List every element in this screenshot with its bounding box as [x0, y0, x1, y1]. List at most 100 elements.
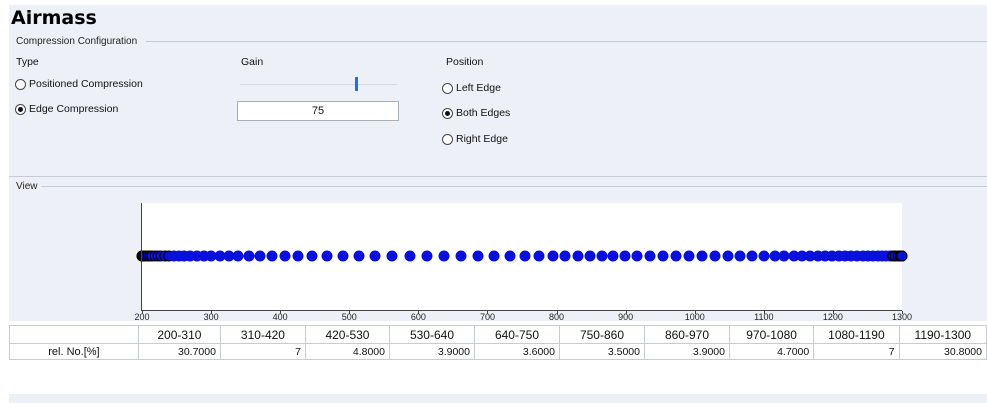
radio-left-edge[interactable]: Left Edge — [442, 82, 501, 94]
table-cell: 4.8000 — [304, 343, 390, 360]
x-tick-label: 700 — [479, 312, 495, 322]
scatter-point — [306, 250, 318, 262]
table-header-cell: 530-640 — [388, 325, 475, 344]
x-tick-label: 900 — [618, 312, 634, 322]
bottom-panel — [9, 394, 987, 403]
table-header-cell: 310-420 — [219, 325, 306, 344]
table-header-cell: 860-970 — [643, 325, 730, 344]
scatter-point — [619, 250, 631, 262]
table-header-cell — [9, 325, 139, 344]
view-group-label: View — [16, 181, 41, 192]
type-header: Type — [16, 56, 39, 68]
table-header-cell: 200-310 — [137, 325, 221, 344]
x-tick-label: 1000 — [684, 312, 705, 322]
scatter-point — [584, 250, 596, 262]
table-header-row: 200-310 310-420 420-530 530-640 640-750 … — [9, 325, 987, 344]
x-tick-label: 800 — [549, 312, 565, 322]
x-tick-label: 300 — [203, 312, 219, 322]
group-divider — [146, 41, 987, 42]
scatter-point — [421, 250, 433, 262]
row-label: rel. No.[%] — [9, 343, 139, 360]
radio-indicator — [442, 133, 453, 145]
radio-right-edge[interactable]: Right Edge — [442, 133, 508, 145]
table-header-cell: 1190-1300 — [898, 325, 987, 344]
scatter-point — [709, 250, 721, 262]
radio-label: Positioned Compression — [29, 78, 143, 90]
scatter-point — [337, 250, 349, 262]
y-axis — [141, 203, 142, 311]
scatter-point — [292, 250, 304, 262]
scatter-point — [746, 250, 758, 262]
radio-label: Left Edge — [456, 82, 501, 94]
scatter-point — [488, 250, 500, 262]
scatter-point — [559, 250, 571, 262]
view-divider — [9, 176, 987, 177]
position-header: Position — [446, 56, 484, 68]
table-cell: 3.9000 — [388, 343, 475, 360]
radio-indicator — [15, 78, 26, 90]
table-cell: 7 — [813, 343, 900, 360]
x-tick-label: 1300 — [891, 312, 913, 322]
table-header-cell: 420-530 — [304, 325, 390, 344]
radio-edge-compression[interactable]: Edge Compression — [15, 103, 118, 115]
scatter-point — [404, 250, 416, 262]
scatter-point — [279, 250, 291, 262]
scatter-point — [596, 250, 608, 262]
page-title: Airmass — [11, 7, 97, 29]
scatter-point — [644, 250, 656, 262]
radio-label: Edge Compression — [29, 103, 119, 115]
scatter-point — [722, 250, 734, 262]
scatter-point — [758, 250, 770, 262]
scatter-point — [369, 250, 381, 262]
scatter-point — [607, 250, 619, 262]
gain-header: Gain — [241, 56, 264, 68]
table-cell: 7 — [219, 343, 306, 360]
scatter-point — [243, 250, 255, 262]
scatter-point — [266, 250, 278, 262]
scatter-point — [353, 250, 365, 262]
table-cell: 3.9000 — [643, 343, 730, 360]
gain-input[interactable]: 75 — [237, 101, 399, 121]
compression-group-label: Compression Configuration — [16, 36, 141, 47]
scatter-point — [547, 250, 559, 262]
scatter-point — [504, 250, 516, 262]
gain-slider-track[interactable] — [240, 84, 397, 85]
gain-slider-thumb[interactable] — [355, 77, 358, 91]
table-row: rel. No.[%] 30.7000 7 4.8000 3.9000 3.60… — [9, 343, 987, 360]
x-tick-label: 400 — [272, 312, 288, 322]
table-cell: 4.7000 — [728, 343, 815, 360]
table-cell: 3.6000 — [473, 343, 560, 360]
radio-label: Both Edges — [456, 107, 511, 119]
scatter-point — [438, 250, 450, 262]
scatter-point — [455, 250, 467, 262]
scatter-point — [896, 250, 908, 262]
distribution-table: 200-310 310-420 420-530 530-640 640-750 … — [9, 325, 987, 360]
scatter-point — [631, 250, 643, 262]
scatter-point — [321, 250, 333, 262]
radio-both-edges[interactable]: Both Edges — [442, 107, 510, 119]
table-header-cell: 750-860 — [558, 325, 645, 344]
scatter-point — [734, 250, 746, 262]
scatter-point — [683, 250, 695, 262]
radio-label: Right Edge — [456, 133, 508, 145]
radio-positioned-compression[interactable]: Positioned Compression — [15, 78, 143, 90]
x-tick-label: 500 — [341, 312, 357, 322]
radio-indicator — [442, 107, 453, 119]
scatter-point — [386, 250, 398, 262]
scatter-point — [696, 250, 708, 262]
table-cell: 30.7000 — [137, 343, 221, 360]
x-tick-label: 1100 — [754, 312, 774, 322]
scatter-point — [472, 250, 484, 262]
scatter-point — [254, 250, 266, 262]
x-axis — [141, 310, 902, 311]
x-tick-label: 600 — [410, 312, 426, 322]
scatter-point — [232, 250, 244, 262]
scatter-point — [533, 250, 545, 262]
scatter-point — [657, 250, 669, 262]
radio-indicator — [442, 82, 453, 94]
x-tick-label: 1200 — [822, 312, 843, 322]
table-header-cell: 970-1080 — [728, 325, 815, 344]
radio-indicator — [15, 103, 26, 115]
x-tick-label: 200 — [134, 312, 150, 322]
scatter-point — [519, 250, 531, 262]
